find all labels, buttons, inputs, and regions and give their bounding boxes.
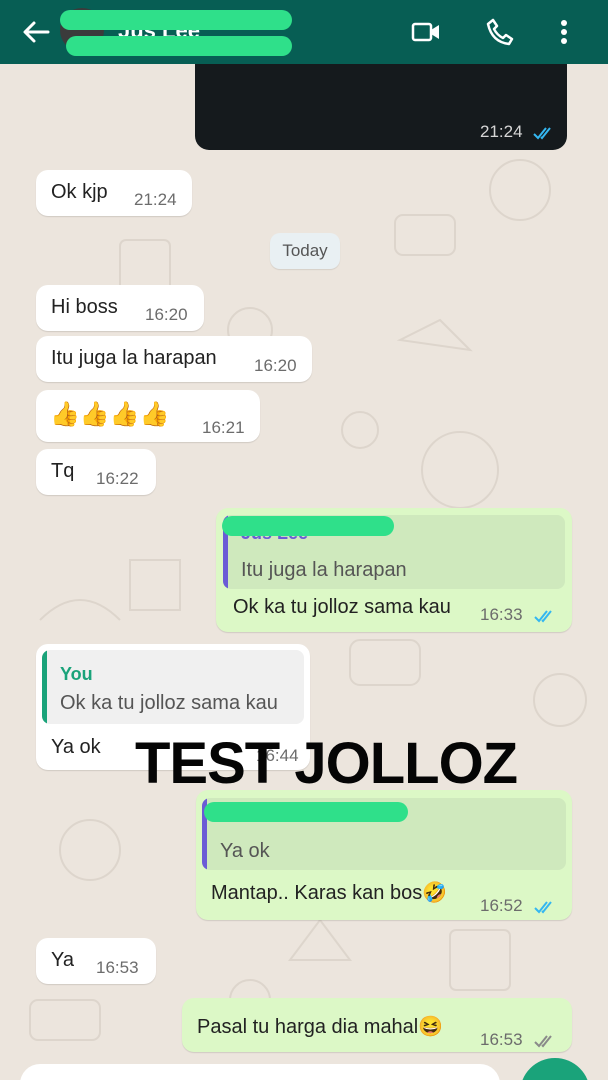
- name-redaction: [60, 10, 292, 30]
- read-ticks-icon: [533, 127, 551, 140]
- message-text: Ya: [51, 949, 74, 971]
- message-bubble[interactable]: Tq 16:22: [36, 449, 156, 495]
- message-text: Ok ka tu jolloz sama kau: [233, 596, 451, 618]
- message-text: Ok kjp: [51, 181, 108, 203]
- message-bubble-outgoing[interactable]: Jus Lee Ya ok Mantap.. Karas kan bos🤣 16…: [196, 790, 572, 920]
- video-camera-icon[interactable]: [410, 16, 442, 48]
- message-text: Hi boss: [51, 296, 118, 318]
- arrow-left-icon[interactable]: [18, 14, 54, 50]
- message-time: 16:22: [96, 469, 139, 488]
- media-message[interactable]: 21:24: [195, 64, 567, 150]
- message-time: 16:21: [202, 418, 245, 437]
- message-bubble[interactable]: Ya 16:53: [36, 938, 156, 984]
- quote-bar: [42, 650, 47, 724]
- date-separator: Today: [270, 233, 340, 269]
- name-redaction: [66, 36, 292, 56]
- message-time: 16:20: [145, 305, 188, 324]
- read-ticks-icon: [534, 610, 552, 623]
- message-time: 16:33: [480, 605, 523, 624]
- message-time: 16:52: [480, 896, 523, 915]
- message-time: 16:20: [254, 356, 297, 375]
- quote-text: Itu juga la harapan: [241, 559, 407, 581]
- message-time: 21:24: [480, 122, 523, 141]
- message-text: Ya ok: [51, 736, 101, 758]
- message-bubble[interactable]: Ok kjp 21:24: [36, 170, 192, 216]
- message-text: Pasal tu harga dia mahal😆: [197, 1016, 444, 1038]
- message-text: Mantap.. Karas kan bos🤣: [211, 882, 448, 904]
- message-time: 16:53: [480, 1030, 523, 1049]
- quote-text: Ok ka tu jolloz sama kau: [60, 692, 278, 714]
- quote-author: You: [60, 664, 93, 684]
- name-redaction: [222, 516, 394, 536]
- message-input[interactable]: [20, 1064, 500, 1080]
- message-bubble[interactable]: Hi boss 16:20: [36, 285, 204, 331]
- chat-screen: Jus Lee 21:24 Ok kjp 21:24 Today Hi boss…: [0, 0, 608, 1080]
- message-text: Itu juga la harapan: [51, 347, 217, 369]
- message-text: 👍👍👍👍: [50, 401, 170, 428]
- message-bubble-outgoing[interactable]: Jus Lee Itu juga la harapan Ok ka tu jol…: [216, 508, 572, 632]
- quote-text: Ya ok: [220, 840, 270, 862]
- phone-icon[interactable]: [484, 16, 516, 48]
- more-vertical-icon[interactable]: [548, 16, 580, 48]
- read-ticks-icon: [534, 901, 552, 914]
- overlay-text: TEST JOLLOZ: [135, 731, 518, 796]
- quoted-message[interactable]: You Ok ka tu jolloz sama kau: [42, 650, 304, 724]
- message-time: 16:53: [96, 958, 139, 977]
- message-bubble-outgoing[interactable]: Pasal tu harga dia mahal😆 16:53: [182, 998, 572, 1052]
- message-bubble[interactable]: 👍👍👍👍 16:21: [36, 390, 260, 442]
- chat-header: Jus Lee: [0, 0, 608, 64]
- message-time: 21:24: [134, 190, 177, 209]
- message-text: Tq: [51, 460, 75, 482]
- message-bubble[interactable]: Itu juga la harapan 16:20: [36, 336, 312, 382]
- name-redaction: [204, 802, 408, 822]
- read-ticks-icon: [534, 1035, 552, 1048]
